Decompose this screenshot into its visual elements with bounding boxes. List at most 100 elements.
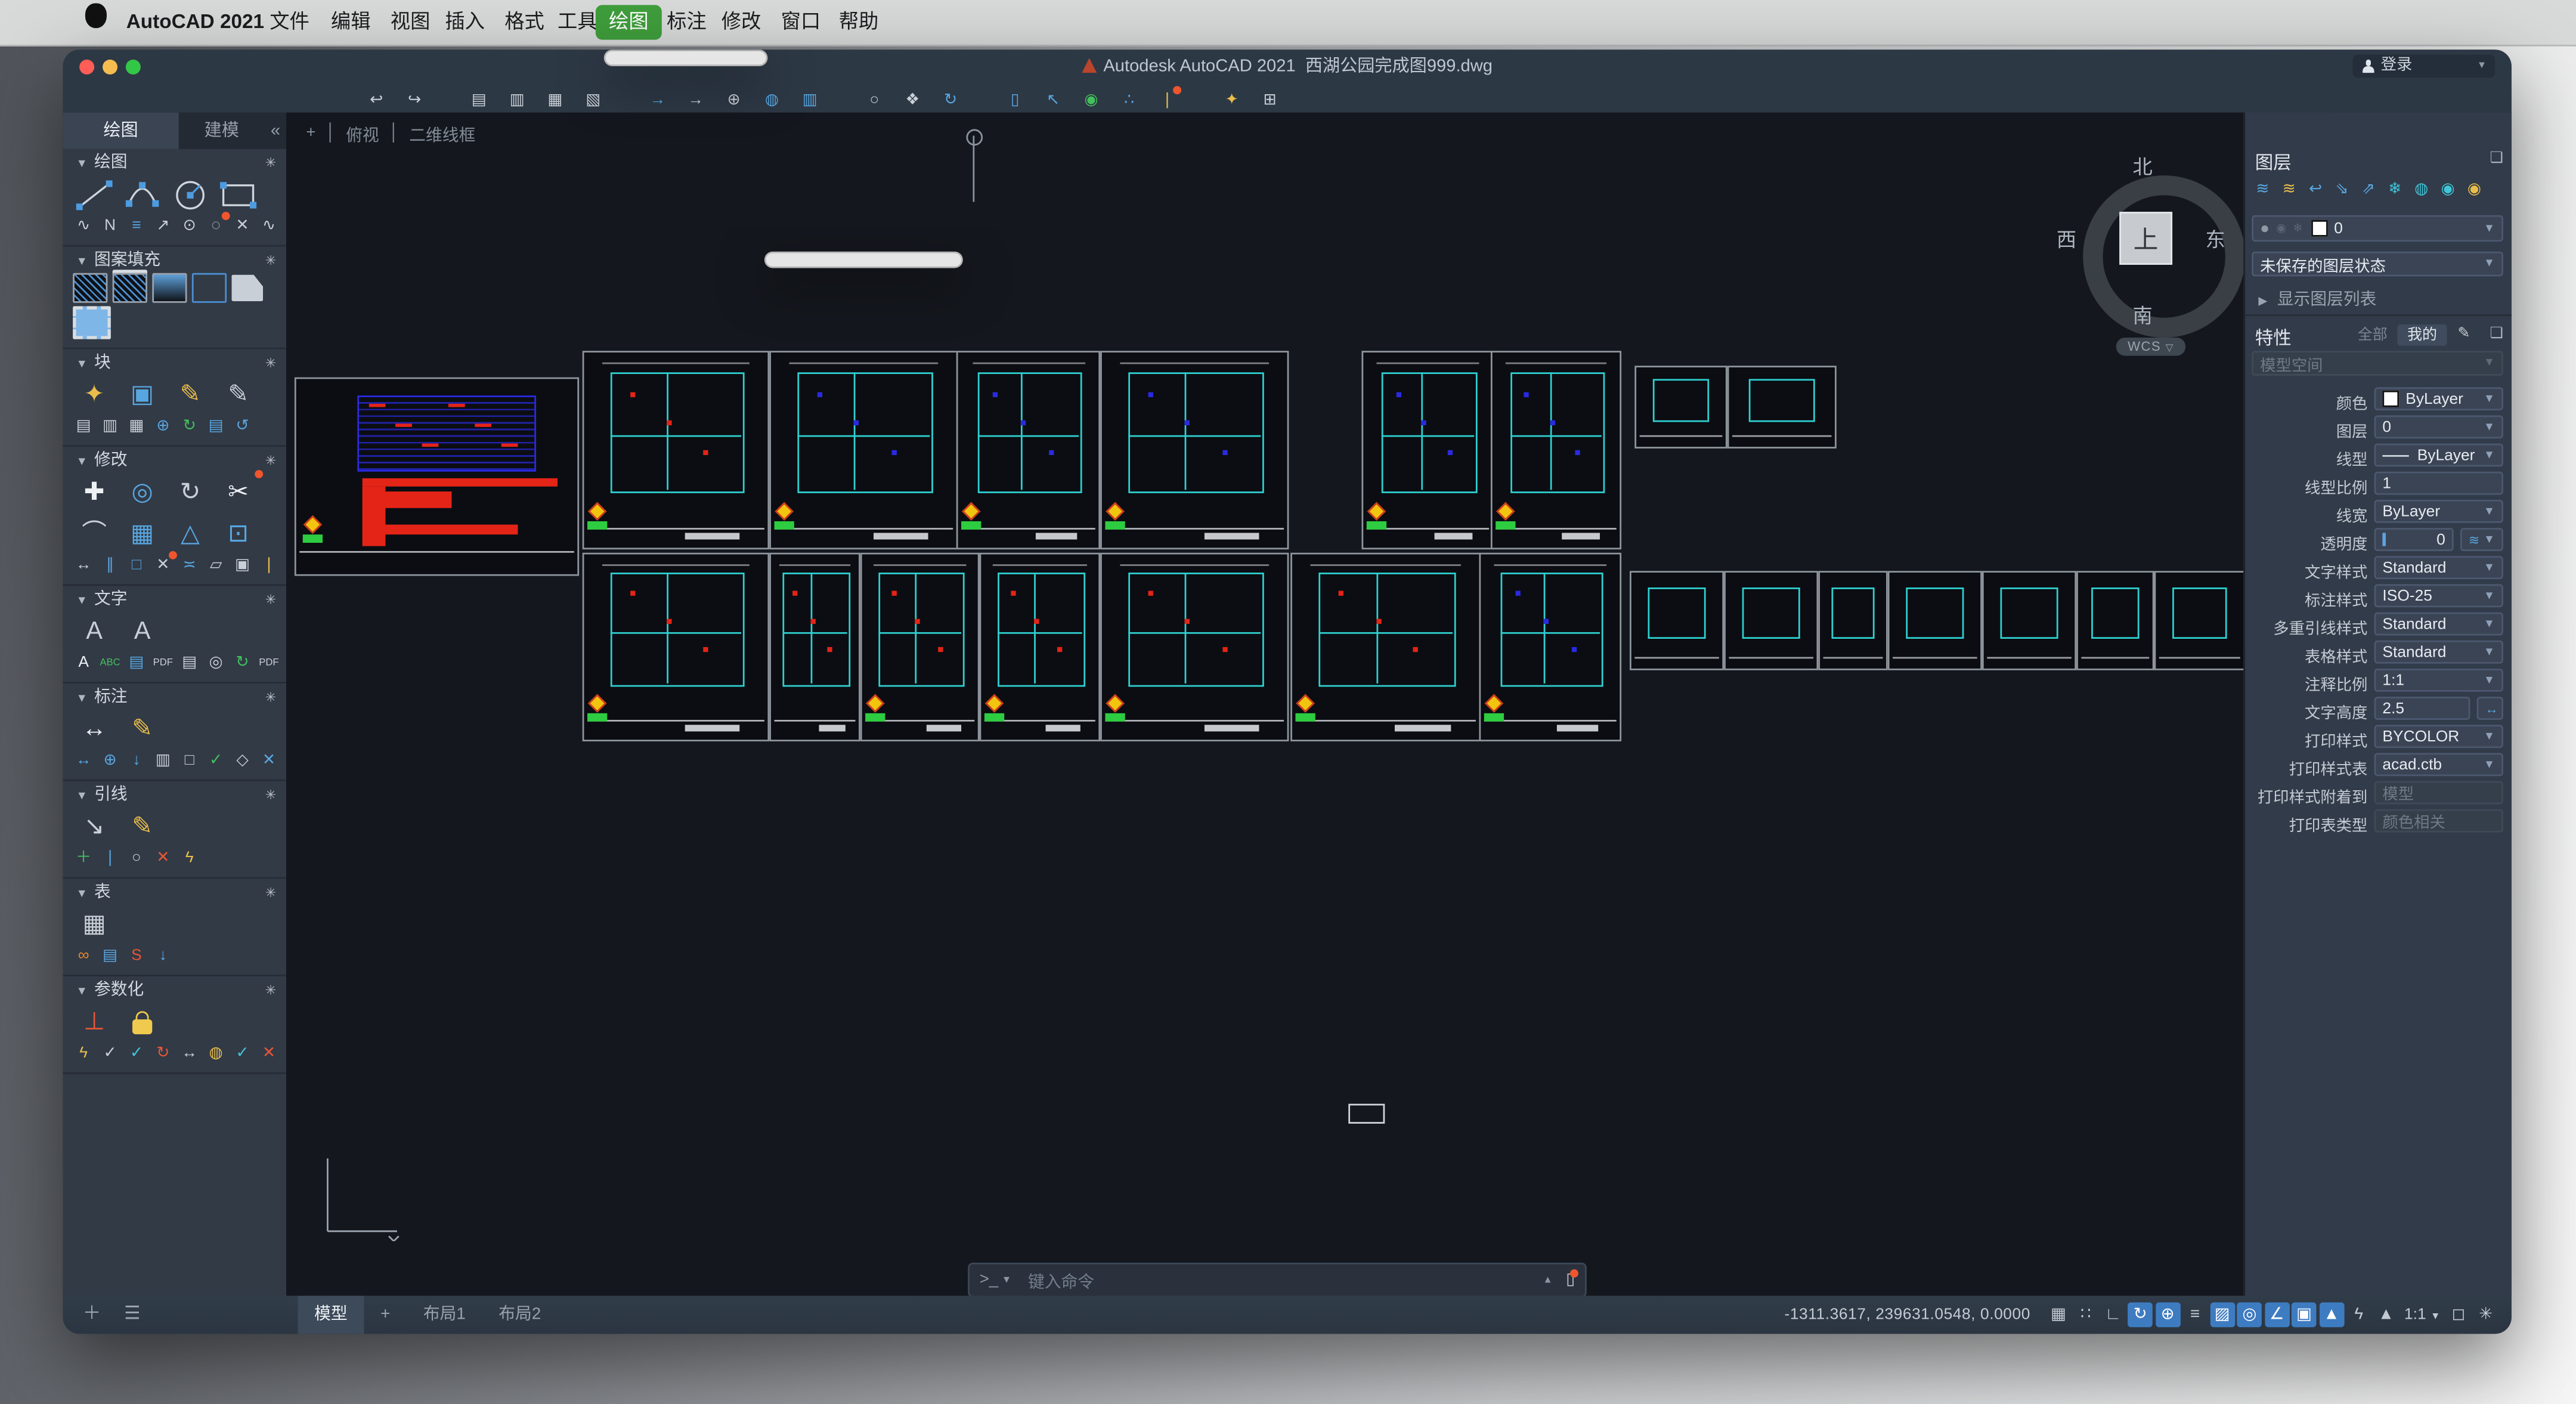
prop-field-线型比例[interactable]: 1 <box>2374 472 2503 495</box>
prop-field-图层[interactable]: 0▼ <box>2374 415 2503 438</box>
pan-icon[interactable]: ❖ <box>902 90 923 112</box>
layer-states-dropdown[interactable]: 未保存的图层状态▼ <box>2252 252 2503 277</box>
quick-dimension-icon[interactable]: ↔ <box>73 750 94 771</box>
sync-table-icon[interactable]: S <box>126 945 147 966</box>
replace-block-icon[interactable]: ▤ <box>205 415 227 437</box>
add-leader-icon[interactable]: ＋ <box>73 848 94 869</box>
wipeout-icon[interactable] <box>73 306 111 339</box>
sync-attributes-icon[interactable]: ↻ <box>179 415 200 437</box>
filter-all[interactable]: 全部 <box>2348 324 2397 346</box>
infer-constraints-icon[interactable]: ✓ <box>126 1043 147 1064</box>
command-history-caret-icon[interactable]: ▼ <box>1002 1275 1012 1285</box>
polar-tracking-toggle[interactable]: ↻ <box>2128 1303 2153 1328</box>
text-height-picker-button[interactable]: ↔ <box>2477 697 2503 720</box>
rotate-icon[interactable]: ↻ <box>169 474 212 512</box>
palette-tab-建模[interactable]: 建模 <box>179 113 265 149</box>
prop-field-透明度[interactable]: 0 <box>2374 528 2454 551</box>
export-table-icon[interactable]: ↓ <box>152 945 174 966</box>
copy-nested-icon[interactable]: ▣ <box>231 554 253 576</box>
ordinate-dimension-icon[interactable]: ↓ <box>126 750 147 771</box>
center-dimension-icon[interactable]: ⊕ <box>99 750 120 771</box>
new-layout-tab-button[interactable]: + <box>364 1296 407 1334</box>
mirror-icon[interactable]: △ <box>169 515 212 553</box>
palette-collapse-button[interactable]: « <box>265 113 286 149</box>
orbit-icon[interactable]: ↻ <box>940 90 961 112</box>
export-icon[interactable]: → <box>685 90 707 112</box>
new-layout-plus-icon[interactable]: ＋ <box>83 1296 101 1334</box>
table-style-icon[interactable]: ▤ <box>99 945 120 966</box>
import-icon[interactable]: → <box>647 90 668 112</box>
isolate-layer-icon[interactable]: ⇘ <box>2331 179 2352 200</box>
page-setup-icon[interactable]: ▦ <box>544 90 566 112</box>
previous-layer-icon[interactable]: ↩ <box>2305 179 2326 200</box>
multileader-style-icon[interactable]: ✎ <box>121 808 164 846</box>
fillet-icon[interactable]: ⌒ <box>73 515 116 553</box>
delete-constraints-icon[interactable]: ✕ <box>258 1043 280 1064</box>
data-link-icon[interactable]: ∞ <box>73 945 94 966</box>
collapse-triangle-icon[interactable]: ▼ <box>76 791 88 802</box>
measure-icon[interactable]: ↗ <box>152 215 174 237</box>
menubar-item-文件[interactable]: 文件 <box>256 0 323 45</box>
offset-icon[interactable]: ∥ <box>99 554 120 576</box>
current-layer-dropdown[interactable]: ●◉❄0▼ <box>2252 215 2503 242</box>
geolocation-icon[interactable]: ◉ <box>1080 90 1102 112</box>
collapse-triangle-icon[interactable]: ▼ <box>76 889 88 900</box>
collapse-triangle-icon[interactable]: ▼ <box>76 694 88 705</box>
section-gear-icon[interactable]: ✳ <box>265 356 277 371</box>
titlebar[interactable]: Autodesk AutoCAD 2021 西湖公园完成图999.dwg 登录 … <box>63 50 2511 82</box>
ellipse-arc-icon[interactable]: ⊙ <box>179 215 200 237</box>
create-block-icon[interactable]: ▣ <box>121 376 164 414</box>
define-attribute-icon[interactable]: ▤ <box>73 415 94 437</box>
align-leaders-icon[interactable]: ❘ <box>99 848 120 869</box>
undo-icon[interactable]: ↩ <box>366 90 387 112</box>
freeze-layer-icon[interactable]: ❄ <box>2384 179 2405 200</box>
transparency-bylayer-dropdown[interactable]: ≋▼ <box>2460 528 2503 551</box>
unlock-layer-icon[interactable]: ◉ <box>2463 179 2485 200</box>
command-expand-icon[interactable]: ▲ <box>1543 1275 1553 1285</box>
menubar-item-绘图[interactable]: 绘图 <box>596 5 662 39</box>
edit-polyline-icon[interactable]: □ <box>126 554 147 576</box>
selection-cycling-toggle[interactable]: ◎ <box>2237 1303 2262 1328</box>
show-constraints-icon[interactable]: ✓ <box>99 1043 120 1064</box>
section-gear-icon[interactable]: ✳ <box>265 690 277 705</box>
collapse-triangle-icon[interactable]: ▼ <box>76 256 88 268</box>
arc-icon[interactable] <box>121 175 164 214</box>
move-icon[interactable]: ✚ <box>73 474 116 512</box>
prop-field-文字高度[interactable]: 2.5 <box>2374 697 2470 720</box>
multiline-text-icon[interactable]: A <box>73 613 116 651</box>
prop-field-表格样式[interactable]: Standard▼ <box>2374 641 2503 664</box>
viewcube-top-face[interactable]: 上 <box>2119 212 2172 265</box>
dimension-brush-icon[interactable]: ✎ <box>121 710 164 748</box>
text-update-icon[interactable]: ↻ <box>231 652 253 673</box>
tab-布局2[interactable]: 布局2 <box>482 1296 558 1334</box>
break-icon[interactable]: ✕ <box>152 554 174 576</box>
grid-display-toggle[interactable]: ▦ <box>2046 1303 2071 1328</box>
show-layer-list-toggle[interactable]: ▶显示图层列表 <box>2258 284 2376 310</box>
lineweight-display-toggle[interactable]: ≡ <box>2182 1303 2207 1328</box>
point-divide-icon[interactable]: ✕ <box>231 215 253 237</box>
viewcube-south[interactable]: 南 <box>2132 301 2152 329</box>
pdf-import-icon[interactable]: PDF <box>152 652 174 673</box>
join-icon[interactable]: ≍ <box>179 554 200 576</box>
markup-icon[interactable]: ❘ <box>1156 90 1178 112</box>
text-align-icon[interactable]: ▤ <box>179 652 200 673</box>
tolerance-icon[interactable]: □ <box>179 750 200 771</box>
remove-leader-icon[interactable]: ✕ <box>152 848 174 869</box>
collapse-triangle-icon[interactable]: ▼ <box>76 596 88 607</box>
panel-anchor-icon[interactable]: ❏ <box>2490 149 2503 168</box>
polyline-edit-icon[interactable]: N <box>99 215 120 237</box>
section-gear-icon[interactable]: ✳ <box>265 453 277 468</box>
wcs-selector[interactable]: WCS ▽ <box>2116 338 2186 356</box>
menubar-item-编辑[interactable]: 编辑 <box>318 0 384 45</box>
hatch-icon[interactable] <box>73 273 107 303</box>
prop-field-注释比例[interactable]: 1:1▼ <box>2374 669 2503 692</box>
circle-icon[interactable] <box>169 175 212 214</box>
annotation-monitor-toggle[interactable]: ▣ <box>2292 1303 2317 1328</box>
annotation-flash-toggle[interactable]: ϟ <box>2346 1303 2371 1328</box>
text-table-icon[interactable]: ▤ <box>126 652 147 673</box>
line-icon[interactable] <box>73 175 116 214</box>
space-selector-dropdown[interactable]: 模型空间▼ <box>2252 351 2503 376</box>
show-all-constraints-icon[interactable]: ◍ <box>205 1043 227 1064</box>
drawing-compare-icon[interactable]: ▥ <box>799 90 821 112</box>
prop-field-打印样式[interactable]: BYCOLOR▼ <box>2374 725 2503 748</box>
